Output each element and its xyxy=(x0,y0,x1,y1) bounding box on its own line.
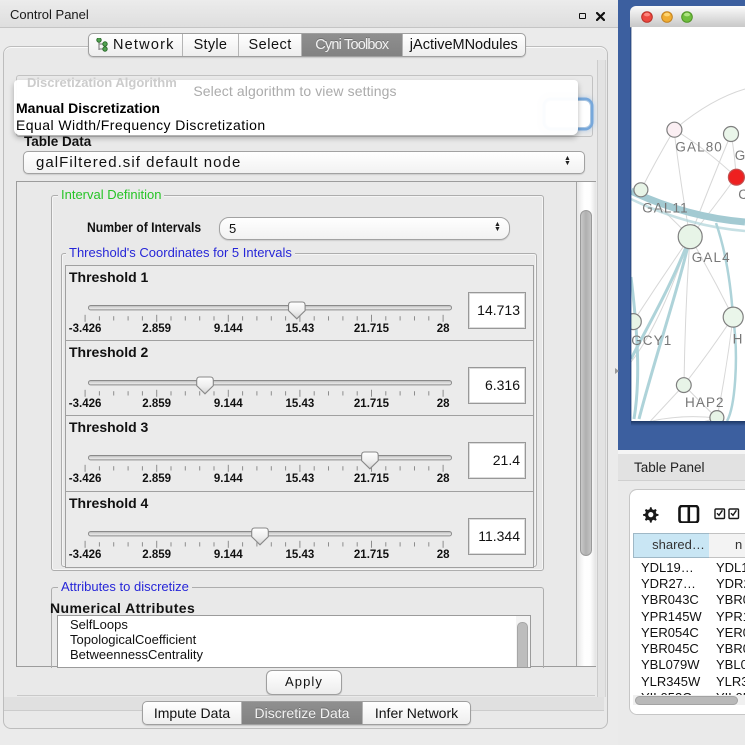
svg-text:H: H xyxy=(733,332,744,347)
svg-text:GCY1: GCY1 xyxy=(631,333,672,348)
svg-text:HAP2: HAP2 xyxy=(685,395,725,410)
svg-text:GAL80: GAL80 xyxy=(675,139,723,154)
svg-text:C: C xyxy=(738,187,745,202)
svg-text:GAL11: GAL11 xyxy=(642,200,689,215)
svg-text:GAL4: GAL4 xyxy=(692,250,731,265)
svg-text:GA: GA xyxy=(735,148,745,163)
